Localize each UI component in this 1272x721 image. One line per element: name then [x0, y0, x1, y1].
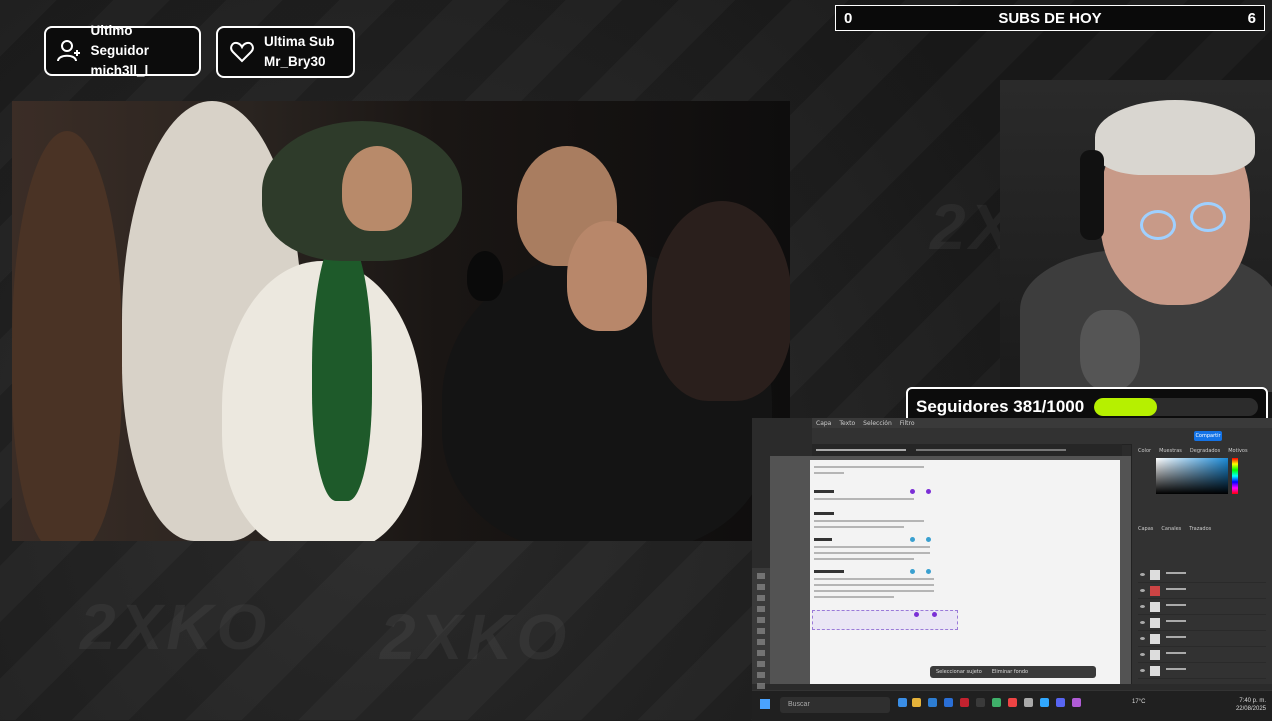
ps-document[interactable]: Seleccionar sujeto Eliminar fondo — [810, 460, 1120, 684]
followers-goal-label: Seguidores 381/1000 — [916, 397, 1085, 416]
last-sub-widget: Ultima Sub Mr_Bry30 — [216, 26, 355, 78]
windows-taskbar: Buscar 17°C 7:40 p. m. 22/08/2025 — [752, 690, 1272, 721]
photoshop-icon[interactable] — [1040, 698, 1049, 707]
taskbar-temperature: 17°C — [1132, 699, 1146, 705]
followers-progress-track — [1094, 398, 1258, 416]
ps-document-tabs[interactable] — [812, 444, 1122, 456]
followers-progress-fill — [1094, 398, 1157, 416]
ps-contextual-taskbar[interactable]: Seleccionar sujeto Eliminar fondo — [930, 666, 1096, 678]
last-follower-title: Ultimo Seguidor — [90, 23, 149, 58]
user-plus-icon — [56, 37, 82, 65]
file-explorer-icon[interactable] — [912, 698, 921, 707]
photoshop-window: Capa Texto Selección Filtro Compartir Se… — [752, 418, 1272, 720]
app-icon[interactable] — [976, 698, 985, 707]
ps-right-panels: Color Muestras Degradados Motivos Capas … — [1131, 444, 1272, 684]
ps-layer-row[interactable] — [1138, 648, 1266, 663]
ps-hue-slider[interactable] — [1232, 458, 1238, 494]
subs-today-label: SUBS DE HOY — [998, 9, 1102, 27]
ps-color-panel-tabs[interactable]: Color Muestras Degradados Motivos — [1138, 448, 1248, 454]
discord-icon[interactable] — [1056, 698, 1065, 707]
taskbar-clock[interactable]: 7:40 p. m. 22/08/2025 — [1236, 697, 1266, 713]
ps-remove-background-button[interactable]: Eliminar fondo — [992, 669, 1028, 675]
main-video — [12, 101, 790, 541]
ps-layer-row[interactable] — [1138, 568, 1266, 583]
windows-start-icon[interactable] — [760, 699, 770, 709]
last-sub-title: Ultima Sub — [264, 34, 335, 49]
ps-menubar[interactable]: Capa Texto Selección Filtro — [812, 418, 1272, 428]
ps-layer-row[interactable] — [1138, 584, 1266, 599]
last-follower-name: mich3ll_l — [90, 63, 149, 78]
ps-layer-row[interactable] — [1138, 600, 1266, 615]
heart-icon — [228, 38, 256, 66]
app-icon[interactable] — [1072, 698, 1081, 707]
ps-layer-row[interactable] — [1138, 616, 1266, 631]
taskbar-search-input[interactable]: Buscar — [780, 697, 890, 713]
ps-color-picker[interactable] — [1156, 458, 1228, 494]
last-sub-name: Mr_Bry30 — [264, 54, 326, 69]
ps-toolbar[interactable] — [752, 568, 770, 700]
ps-layer-row[interactable] — [1138, 664, 1266, 679]
ps-canvas-area[interactable]: Seleccionar sujeto Eliminar fondo — [770, 456, 1132, 684]
store-icon[interactable] — [928, 698, 937, 707]
ps-options-bar: Compartir — [812, 428, 1272, 445]
last-follower-widget: Ultimo Seguidor mich3ll_l — [44, 23, 201, 78]
edge-icon[interactable] — [898, 698, 907, 707]
app-icon[interactable] — [1024, 698, 1033, 707]
background-watermark: 2XKO — [380, 601, 571, 673]
ps-share-button[interactable]: Compartir — [1194, 431, 1222, 441]
background-watermark: 2XKO — [80, 591, 271, 663]
ps-layers-panel-tabs[interactable]: Capas Canales Trazados — [1138, 526, 1211, 532]
ps-layer-row[interactable] — [1138, 632, 1266, 647]
mail-icon[interactable] — [944, 698, 953, 707]
app-icon[interactable] — [1008, 698, 1017, 707]
subs-today-current: 0 — [844, 9, 853, 27]
ps-select-subject-button[interactable]: Seleccionar sujeto — [936, 669, 982, 675]
webcam-feed — [1000, 80, 1272, 392]
subs-today-bar: 0 SUBS DE HOY 6 — [835, 5, 1265, 31]
app-red-icon[interactable] — [960, 698, 969, 707]
chrome-icon[interactable] — [992, 698, 1001, 707]
subs-today-goal: 6 — [1247, 9, 1256, 27]
